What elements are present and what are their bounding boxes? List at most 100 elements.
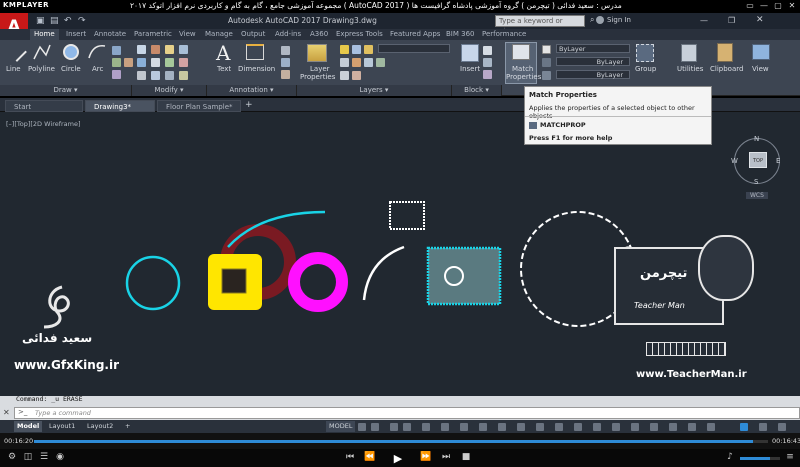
player-rewind-button[interactable]: ⏪ [364, 452, 376, 462]
block-attribute-icon[interactable] [483, 70, 492, 79]
model-space-button[interactable]: MODEL [326, 421, 356, 432]
tab-home[interactable]: Home [30, 29, 59, 40]
isolate-objects-icon[interactable] [759, 423, 767, 431]
scale-icon[interactable] [151, 71, 160, 80]
text-button[interactable]: Text [217, 65, 231, 73]
lineweight-toggle-icon[interactable] [479, 423, 487, 431]
dimension-button[interactable]: Dimension [238, 65, 275, 73]
seek-bar[interactable] [34, 440, 768, 443]
leader-icon[interactable] [281, 46, 290, 55]
tab-annotate[interactable]: Annotate [94, 29, 126, 40]
edit-block-icon[interactable] [483, 58, 492, 67]
document-tab-drawing3[interactable]: Drawing3* [85, 100, 155, 112]
annotation-more-icon[interactable] [281, 70, 290, 79]
player-stop-button[interactable]: ■ [460, 452, 472, 462]
tab-parametric[interactable]: Parametric [134, 29, 172, 40]
tab-bim-360[interactable]: BIM 360 [446, 29, 475, 40]
tab-view[interactable]: View [179, 29, 196, 40]
document-tab-start[interactable]: Start [5, 100, 83, 112]
utilities-button[interactable]: Utilities [677, 65, 703, 73]
add-document-button[interactable]: + [245, 100, 253, 110]
offset-icon[interactable] [179, 71, 188, 80]
auto-scale-icon[interactable] [631, 423, 639, 431]
annotation-visibility-icon[interactable] [612, 423, 620, 431]
layer-isolate-icon[interactable] [352, 58, 361, 67]
add-layout-button[interactable]: + [122, 421, 133, 432]
group-button[interactable]: Group [635, 65, 656, 73]
player-pip-button[interactable]: ▭ [744, 1, 756, 10]
selection-cycling-icon[interactable] [517, 423, 525, 431]
array-icon[interactable] [165, 71, 174, 80]
annotation-scale-icon[interactable] [650, 423, 658, 431]
sign-in-button[interactable]: Sign In [607, 16, 631, 24]
table-icon[interactable] [281, 58, 290, 67]
search-input[interactable]: Type a keyword or phrase [495, 15, 585, 35]
draw-panel-title[interactable]: Draw ▾ [0, 85, 132, 96]
fillet-icon[interactable] [165, 58, 174, 67]
line-button[interactable]: Line [6, 65, 21, 73]
arc-button[interactable]: Arc [92, 65, 103, 73]
wcs-menu[interactable]: WCS [746, 192, 768, 199]
polyline-button[interactable]: Polyline [28, 65, 55, 73]
polar-icon[interactable] [403, 423, 411, 431]
undo-icon[interactable]: ↶ [64, 16, 72, 26]
create-block-icon[interactable] [483, 46, 492, 55]
stretch-icon[interactable] [137, 71, 146, 80]
player-settings-icon[interactable]: ⚙ [6, 452, 18, 462]
transparency-icon[interactable] [498, 423, 506, 431]
make-current-icon[interactable] [340, 71, 349, 80]
player-subtitle-icon[interactable]: ☰ [38, 452, 50, 462]
tab-featured-apps[interactable]: Featured Apps [390, 29, 440, 40]
block-panel-title[interactable]: Block ▾ [452, 85, 502, 96]
document-tab-floor-plan[interactable]: Floor Plan Sample* [157, 100, 241, 112]
units-icon[interactable] [707, 423, 715, 431]
player-3d-icon[interactable]: ◫ [22, 452, 34, 462]
lineweight-dropdown[interactable]: ByLayer [556, 57, 630, 66]
quick-properties-icon[interactable] [740, 423, 748, 431]
layer-properties-label-2[interactable]: Properties [300, 73, 335, 81]
tab-manage[interactable]: Manage [205, 29, 233, 40]
object-snap-icon[interactable] [460, 423, 468, 431]
workspace-icon[interactable] [669, 423, 677, 431]
window-maximize-button[interactable]: ❐ [728, 16, 735, 25]
erase-icon[interactable] [165, 45, 174, 54]
match-label-1[interactable]: Match [512, 65, 533, 73]
tab-express-tools[interactable]: Express Tools [336, 29, 383, 40]
tab-a360[interactable]: A360 [310, 29, 328, 40]
layer-walk-icon[interactable] [376, 58, 385, 67]
layers-panel-title[interactable]: Layers ▾ [297, 85, 452, 96]
player-mute-icon[interactable]: ♪ [724, 452, 736, 462]
player-capture-icon[interactable]: ◉ [54, 452, 66, 462]
player-forward-button[interactable]: ⏩ [420, 452, 432, 462]
circle-button[interactable]: Circle [61, 65, 81, 73]
layer-previous-icon[interactable] [364, 58, 373, 67]
player-previous-button[interactable]: ⏮ [344, 452, 356, 462]
snap-icon[interactable] [371, 423, 379, 431]
player-minimize-button[interactable]: — [758, 1, 770, 10]
tab-output[interactable]: Output [241, 29, 265, 40]
copy-icon[interactable] [137, 58, 146, 67]
linetype-dropdown[interactable]: ByLayer [556, 70, 630, 79]
insert-button[interactable]: Insert [460, 65, 480, 73]
viewcube-top-face[interactable]: TOP [749, 152, 767, 168]
match-label-2[interactable]: Properties [506, 73, 541, 81]
layer-freeze-icon[interactable] [352, 45, 361, 54]
view-button[interactable]: View [752, 65, 769, 73]
layer-dropdown[interactable] [378, 44, 450, 53]
layer-lock-icon[interactable] [364, 45, 373, 54]
dynamic-ucs-icon[interactable] [555, 423, 563, 431]
trim-icon[interactable] [151, 45, 160, 54]
boundary-icon[interactable] [112, 70, 121, 79]
command-close-icon[interactable]: ✕ [3, 408, 10, 417]
player-play-button[interactable]: ▶ [392, 452, 404, 465]
layer-properties-label-1[interactable]: Layer [310, 65, 330, 73]
window-close-button[interactable]: ✕ [756, 15, 764, 25]
command-input[interactable]: Type a command [14, 407, 800, 419]
color-dropdown[interactable]: ByLayer [556, 44, 630, 53]
more-draw-icon[interactable] [124, 58, 133, 67]
search-icon[interactable]: ⌕ [590, 15, 594, 25]
layout-tab-model[interactable]: Model [14, 421, 43, 432]
annotation-monitor-icon[interactable] [688, 423, 696, 431]
tab-performance[interactable]: Performance [482, 29, 526, 40]
move-icon[interactable] [137, 45, 146, 54]
